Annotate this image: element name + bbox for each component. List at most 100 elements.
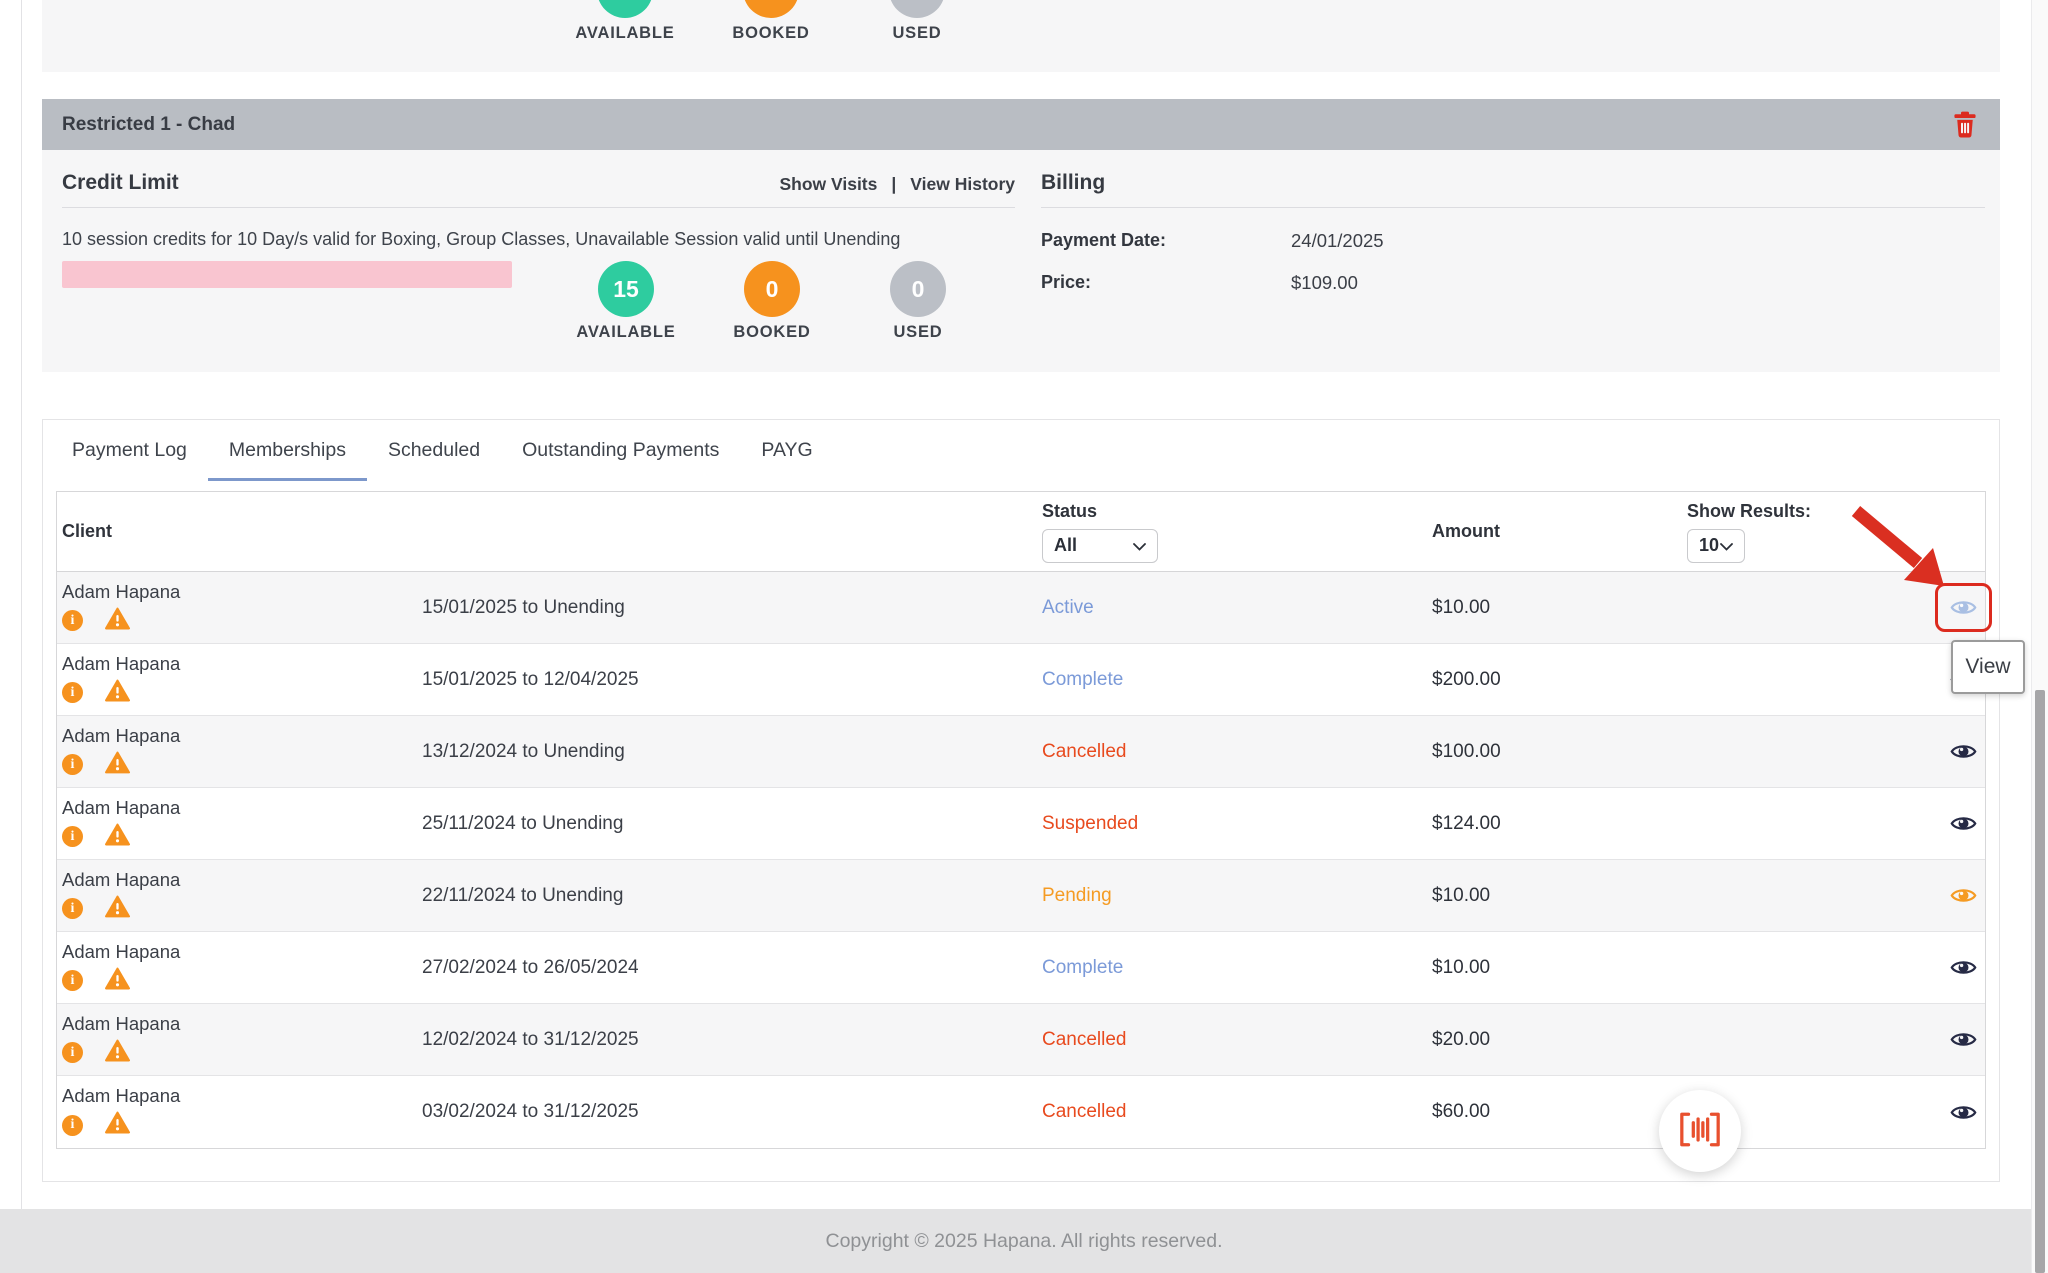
warning-icon[interactable] [105,751,130,779]
credit-limit-title: Credit Limit [62,171,179,195]
client-cell: Adam Hapana i [57,725,422,779]
status-filter-value: All [1054,535,1077,556]
price-value: $109.00 [1291,272,1985,294]
client-name: Adam Hapana [62,869,422,891]
counter-stack: BOOKED [710,0,832,43]
info-icon[interactable]: i [62,826,83,847]
membership-dates: 15/01/2025 to Unending [422,597,1042,619]
view-history-link[interactable]: View History [910,174,1015,195]
membership-dates: 15/01/2025 to 12/04/2025 [422,669,1042,691]
client-cell: Adam Hapana i [57,581,422,635]
payment-date-label: Payment Date: [1041,230,1291,252]
table-body: Adam Hapana i 15/0 [57,572,1985,1148]
warning-icon[interactable] [105,607,130,635]
counter-circle [889,0,945,18]
view-eye-button[interactable] [1950,886,1977,905]
trash-icon [1953,126,1977,141]
info-icon[interactable]: i [62,754,83,775]
warning-icon[interactable] [105,823,130,851]
counter-value: 0 [912,276,925,303]
table-row: Adam Hapana i 12/0 [57,1004,1985,1076]
status-text: Active [1042,597,1432,619]
eye-icon [1950,598,1977,617]
delete-membership-button[interactable] [1952,111,1978,139]
counter-value: 0 [766,276,779,303]
client-icons: i [62,1039,422,1067]
status-header: Status [1042,501,1097,522]
barcode-scan-icon [1678,1111,1722,1151]
credit-limit-divider [62,207,1015,208]
counter-label: USED [893,323,942,342]
client-cell: Adam Hapana i [57,1085,422,1139]
status-text: Cancelled [1042,1101,1432,1123]
view-eye-button[interactable] [1950,958,1977,977]
price-label: Price: [1041,272,1291,294]
info-icon[interactable]: i [62,610,83,631]
view-eye-button[interactable] [1950,814,1977,833]
memberships-table: Client Status All Amount Show Results: 1… [56,491,1986,1149]
tab-item[interactable]: Memberships [208,420,367,481]
amount-text: $124.00 [1432,813,1687,835]
scrollbar-thumb[interactable] [2035,690,2045,1273]
client-cell: Adam Hapana i [57,941,422,995]
table-row: Adam Hapana i 13/1 [57,716,1985,788]
warning-icon[interactable] [105,679,130,707]
counter-label: BOOKED [732,24,809,43]
credit-limit-section: Credit Limit Show Visits | View History … [62,150,1015,342]
tab-item[interactable]: Outstanding Payments [501,420,740,481]
eye-icon [1950,1030,1977,1049]
view-eye-button[interactable] [1950,1030,1977,1049]
show-results-select[interactable]: 10 [1687,529,1745,563]
client-name: Adam Hapana [62,941,422,963]
table-row: Adam Hapana i 27/0 [57,932,1985,1004]
eye-icon [1950,814,1977,833]
counter-circle: 0 [890,261,946,317]
top-counters: AVAILABLE BOOKED USED [564,0,978,43]
membership-title: Restricted 1 - Chad [62,114,235,136]
warning-icon[interactable] [105,1039,130,1067]
copyright-text: Copyright © 2025 Hapana. All rights rese… [826,1230,1223,1253]
scrollbar[interactable] [2031,0,2048,1273]
membership-dates: 22/11/2024 to Unending [422,885,1042,907]
counter-label: AVAILABLE [576,323,675,342]
client-name: Adam Hapana [62,581,422,603]
view-eye-button[interactable] [1950,1103,1977,1122]
client-name: Adam Hapana [62,725,422,747]
client-cell: Adam Hapana i [57,869,422,923]
status-text: Pending [1042,885,1432,907]
tab-item[interactable]: Scheduled [367,420,501,481]
billing-divider [1041,207,1985,208]
counter-stack: 0 USED [857,261,979,342]
amount-text: $20.00 [1432,1029,1687,1051]
counter-stack: 0 BOOKED [711,261,833,342]
amount-header: Amount [1432,521,1687,542]
tab-item[interactable]: PAYG [740,420,833,481]
warning-icon[interactable] [105,967,130,995]
amount-text: $10.00 [1432,597,1687,619]
info-icon[interactable]: i [62,1115,83,1136]
credit-limit-description: 10 session credits for 10 Day/s valid fo… [62,229,1015,250]
amount-text: $10.00 [1432,957,1687,979]
status-filter-select[interactable]: All [1042,529,1158,563]
view-eye-button[interactable] [1950,598,1977,617]
chat-launcher-button[interactable] [1659,1090,1741,1172]
info-icon[interactable]: i [62,1042,83,1063]
warning-icon[interactable] [105,1111,130,1139]
payment-date-value: 24/01/2025 [1291,230,1985,252]
show-visits-link[interactable]: Show Visits [779,174,877,195]
membership-dates: 12/02/2024 to 31/12/2025 [422,1029,1042,1051]
info-icon[interactable]: i [62,898,83,919]
counter-stack: USED [856,0,978,43]
view-eye-button[interactable] [1950,742,1977,761]
info-icon[interactable]: i [62,682,83,703]
amount-text: $200.00 [1432,669,1687,691]
client-name: Adam Hapana [62,1085,422,1107]
counter-stack: AVAILABLE [564,0,686,43]
table-row: Adam Hapana i 25/1 [57,788,1985,860]
tab-item[interactable]: Payment Log [51,420,208,481]
membership-dates: 03/02/2024 to 31/12/2025 [422,1101,1042,1123]
view-tooltip-label: View [1965,655,2010,679]
warning-icon[interactable] [105,895,130,923]
status-text: Cancelled [1042,1029,1432,1051]
info-icon[interactable]: i [62,970,83,991]
